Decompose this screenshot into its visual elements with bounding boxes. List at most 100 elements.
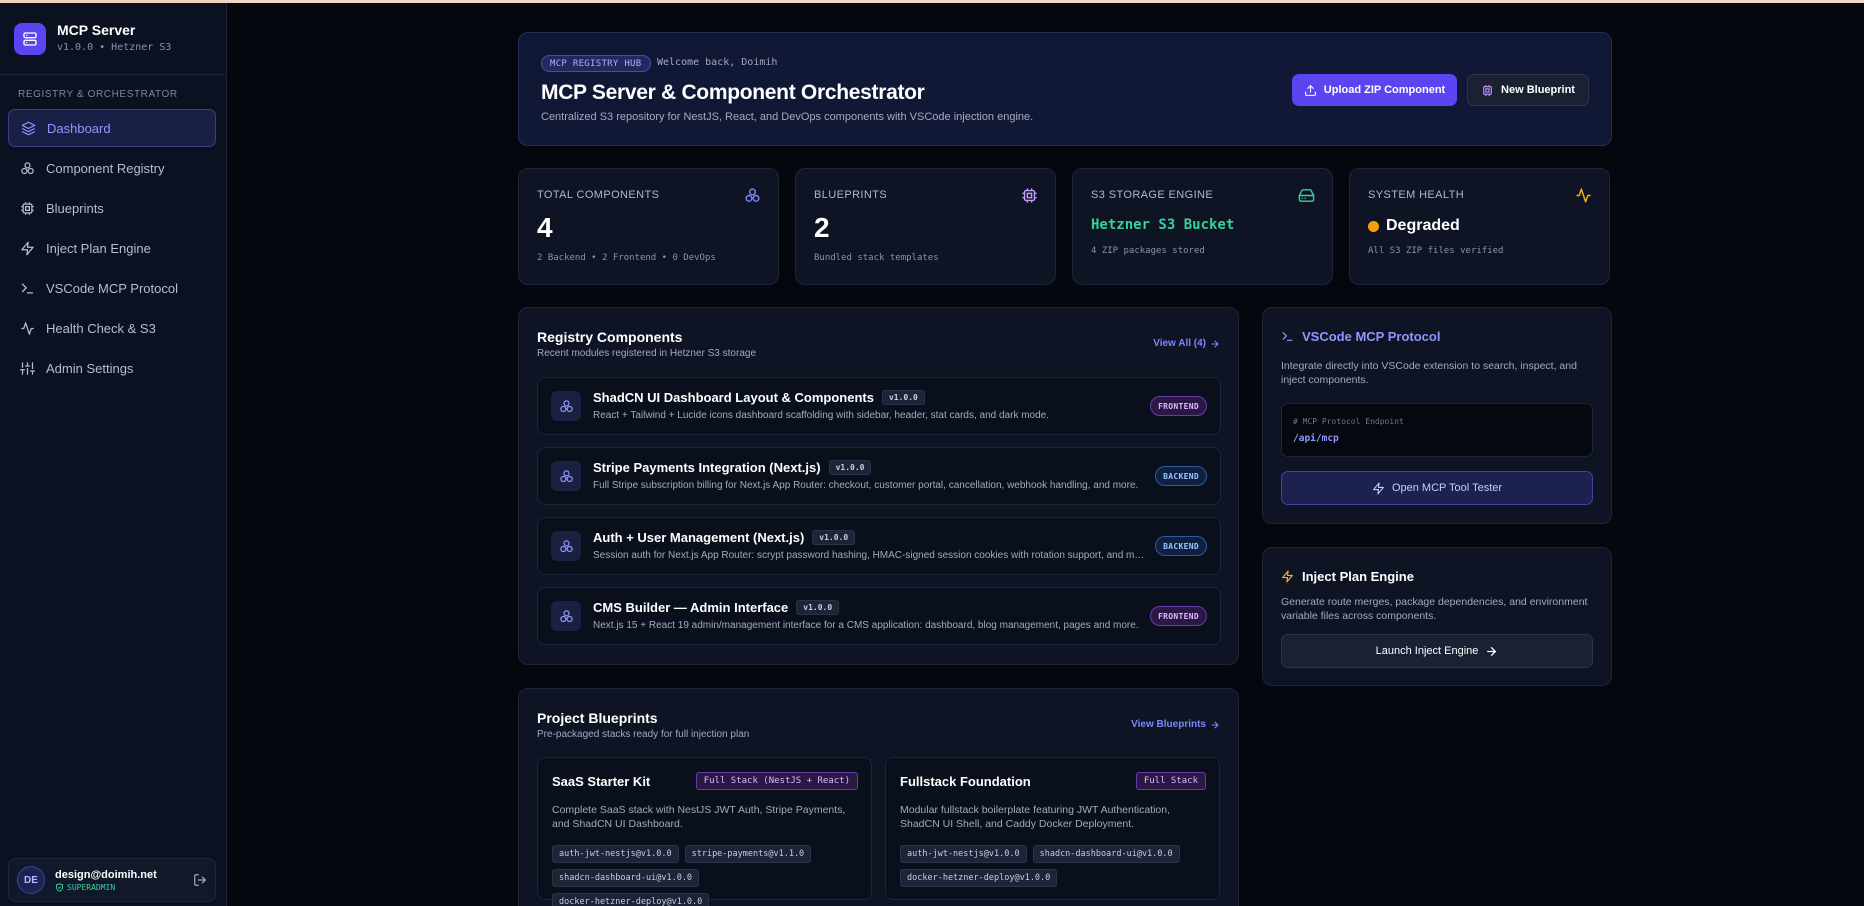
blueprint-stack-badge: Full Stack (NestJS + React) [695, 772, 858, 790]
page-title: MCP Server & Component Orchestrator [541, 81, 925, 104]
panel-title-row: VSCode MCP Protocol [1281, 329, 1440, 344]
sidebar-item-dashboard[interactable]: Dashboard [8, 109, 216, 147]
sidebar-item-admin-settings[interactable]: Admin Settings [8, 349, 216, 387]
vscode-mcp-panel: VSCode MCP Protocol Integrate directly i… [1262, 307, 1612, 524]
brand-subtitle: v1.0.0 • Hetzner S3 [57, 42, 172, 53]
boxes-icon [559, 609, 573, 622]
list-item[interactable]: CMS Builder — Admin Interface v1.0.0 Nex… [537, 587, 1221, 645]
user-card: DE design@doimih.net SUPERADMIN [8, 858, 216, 902]
layers-icon [21, 121, 36, 135]
stat-label: S3 STORAGE ENGINE [1091, 189, 1214, 201]
component-icon [551, 601, 581, 631]
sidebar-item-health-check[interactable]: Health Check & S3 [8, 309, 216, 347]
inject-plan-panel: Inject Plan Engine Generate route merges… [1262, 547, 1612, 686]
boxes-icon [559, 469, 573, 482]
launch-inject-engine-label: Launch Inject Engine [1375, 645, 1479, 657]
type-badge: BACKEND [1155, 536, 1207, 556]
view-blueprints-link[interactable]: View Blueprints [1131, 719, 1220, 730]
open-mcp-tester-button[interactable]: Open MCP Tool Tester [1281, 471, 1593, 505]
blueprint-stack-badge: Full Stack [1135, 772, 1206, 790]
type-badge: FRONTEND [1150, 396, 1207, 416]
blueprint-name: Fullstack Foundation [900, 774, 1031, 789]
component-name-row: CMS Builder — Admin Interface v1.0.0 [593, 600, 840, 615]
endpoint-path[interactable]: /api/mcp [1293, 433, 1339, 444]
panel-description: Generate route merges, package dependenc… [1281, 596, 1588, 622]
hard-drive-icon [1298, 189, 1315, 202]
component-chip: shadcn-dashboard-ui@v1.0.0 [552, 869, 700, 887]
component-chip: docker-hetzner-deploy@v1.0.0 [900, 869, 1058, 887]
activity-icon [1576, 188, 1591, 203]
sidebar-item-label: Inject Plan Engine [46, 240, 151, 256]
sidebar: MCP Server v1.0.0 • Hetzner S3 REGISTRY … [0, 3, 227, 906]
boxes-icon [559, 399, 573, 412]
component-description: React + Tailwind + Lucide icons dashboar… [593, 410, 1050, 421]
sliders-icon [20, 361, 35, 375]
stat-value-row: Degraded [1368, 217, 1460, 235]
user-role-label: SUPERADMIN [67, 883, 116, 892]
stat-value: Degraded [1386, 217, 1460, 234]
new-blueprint-label: New Blueprint [1501, 84, 1575, 96]
list-item[interactable]: Stripe Payments Integration (Next.js) v1… [537, 447, 1221, 505]
top-accent-line [0, 0, 1864, 3]
component-name-row: ShadCN UI Dashboard Layout & Components … [593, 390, 925, 405]
stat-s3-storage: S3 STORAGE ENGINE Hetzner S3 Bucket 4 ZI… [1072, 168, 1333, 285]
stat-total-components: TOTAL COMPONENTS 4 2 Backend • 2 Fronten… [518, 168, 779, 285]
sidebar-item-label: Admin Settings [46, 360, 134, 376]
boxes-icon [21, 161, 34, 174]
stat-label: TOTAL COMPONENTS [537, 189, 660, 201]
terminal-icon [21, 283, 34, 293]
sidebar-item-label: VSCode MCP Protocol [46, 280, 178, 296]
open-mcp-tester-label: Open MCP Tool Tester [1391, 482, 1503, 494]
blueprint-chips: auth-jwt-nestjs@v1.0.0 stripe-payments@v… [552, 845, 862, 906]
component-chip: docker-hetzner-deploy@v1.0.0 [552, 893, 710, 906]
zap-icon [1373, 482, 1384, 494]
launch-inject-engine-button[interactable]: Launch Inject Engine [1281, 634, 1593, 668]
version-badge: v1.0.0 [828, 460, 872, 475]
zap-icon [1282, 570, 1293, 583]
avatar[interactable]: DE [17, 866, 45, 894]
sidebar-item-label: Health Check & S3 [46, 320, 156, 336]
sidebar-item-component-registry[interactable]: Component Registry [8, 149, 216, 187]
version-badge: v1.0.0 [881, 390, 925, 405]
view-all-link[interactable]: View All (4) [1153, 338, 1220, 349]
shield-check-icon [56, 883, 63, 892]
sidebar-item-inject-plan-engine[interactable]: Inject Plan Engine [8, 229, 216, 267]
stat-label: SYSTEM HEALTH [1368, 189, 1465, 201]
sidebar-nav: Dashboard Component Registry Blueprints … [8, 109, 216, 389]
logout-icon[interactable] [193, 873, 207, 887]
new-blueprint-button[interactable]: New Blueprint [1467, 74, 1589, 106]
blueprint-card[interactable]: SaaS Starter Kit Full Stack (NestJS + Re… [537, 757, 872, 906]
cpu-icon [1483, 84, 1492, 96]
activity-icon [21, 321, 34, 335]
blueprint-description: Modular fullstack boilerplate featuring … [900, 804, 1171, 830]
component-description: Full Stripe subscription billing for Nex… [593, 480, 1139, 491]
list-item[interactable]: Auth + User Management (Next.js) v1.0.0 … [537, 517, 1221, 575]
component-description: Session auth for Next.js App Router: scr… [593, 550, 1149, 561]
upload-zip-label: Upload ZIP Component [1323, 84, 1446, 96]
hero-banner: MCP REGISTRY HUB Welcome back, Doimih MC… [518, 32, 1612, 146]
component-chip: auth-jwt-nestjs@v1.0.0 [552, 845, 679, 863]
arrow-right-icon [1211, 340, 1219, 347]
blueprint-card[interactable]: Fullstack Foundation Full Stack Modular … [885, 757, 1220, 900]
boxes-icon [745, 188, 760, 202]
component-name-row: Auth + User Management (Next.js) v1.0.0 [593, 530, 856, 545]
brand[interactable]: MCP Server v1.0.0 • Hetzner S3 [14, 22, 171, 55]
list-item[interactable]: ShadCN UI Dashboard Layout & Components … [537, 377, 1221, 435]
sidebar-item-vscode-mcp-protocol[interactable]: VSCode MCP Protocol [8, 269, 216, 307]
component-name: Auth + User Management (Next.js) [593, 530, 805, 545]
upload-zip-button[interactable]: Upload ZIP Component [1292, 74, 1457, 106]
blueprint-description: Complete SaaS stack with NestJS JWT Auth… [552, 804, 846, 830]
stat-subtext: 4 ZIP packages stored [1091, 246, 1205, 256]
stat-subtext: All S3 ZIP files verified [1368, 246, 1504, 256]
server-icon [14, 22, 46, 55]
cpu-icon [21, 201, 34, 215]
endpoint-box: # MCP Protocol Endpoint /api/mcp [1281, 403, 1593, 457]
registry-components-panel: Registry Components Recent modules regis… [518, 307, 1239, 665]
sidebar-item-blueprints[interactable]: Blueprints [8, 189, 216, 227]
terminal-icon [1282, 332, 1293, 341]
version-badge: v1.0.0 [796, 600, 840, 615]
endpoint-comment: # MCP Protocol Endpoint [1293, 417, 1404, 426]
stat-label: BLUEPRINTS [814, 189, 888, 201]
sidebar-item-label: Dashboard [47, 120, 111, 136]
status-dot [1368, 220, 1379, 232]
